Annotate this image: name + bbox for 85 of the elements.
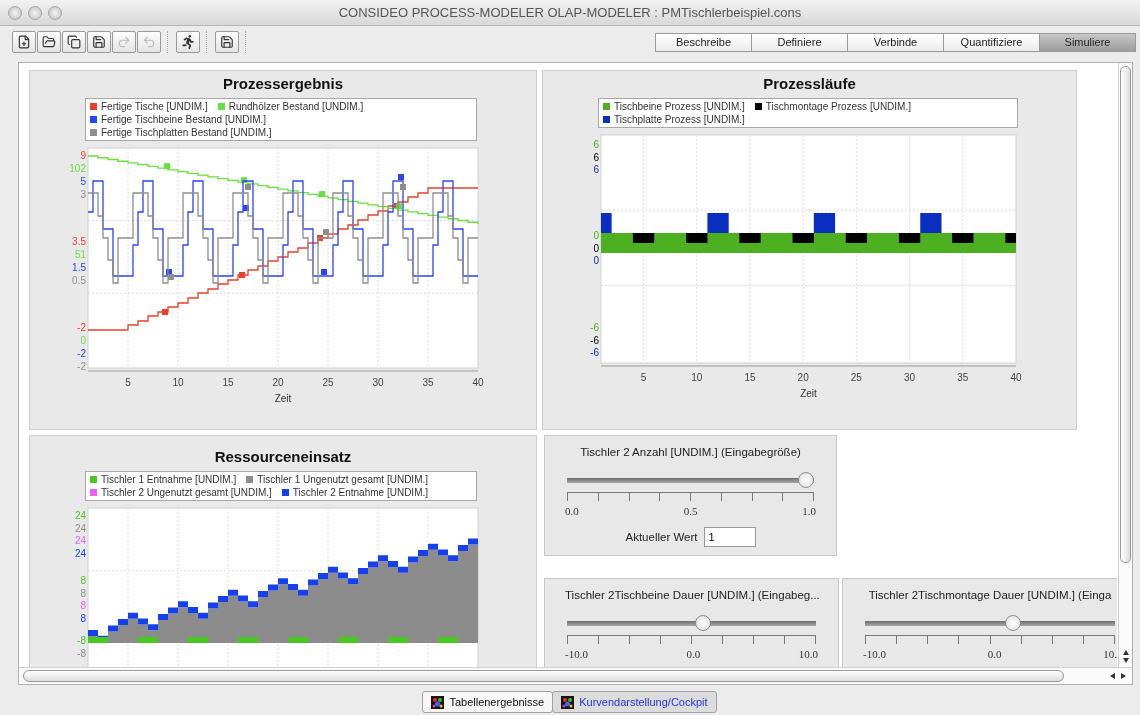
legend-label: Tischler 2 Entnahme [UNDIM.] xyxy=(292,487,429,498)
slider-title: Tischler 2 Anzahl [UNDIM.] (Eingabegröße) xyxy=(579,446,802,460)
view-tab[interactable]: Tabellenergebnisse xyxy=(422,691,554,713)
axis-tick-label: 10 xyxy=(172,377,184,388)
axis-tick-label: 30 xyxy=(904,372,916,383)
axis-tick-label: 35 xyxy=(957,372,969,383)
axis-tick-label: 15 xyxy=(744,372,756,383)
axis-tick-label: 0.5 xyxy=(72,275,86,286)
slider-tick-label: -10.0 xyxy=(565,648,588,660)
axis-tick-label: 0 xyxy=(593,242,599,254)
axis-tick-label: -8 xyxy=(77,635,86,646)
axis-tick-label: 3.5 xyxy=(72,236,86,247)
axis-tick-label: 5 xyxy=(125,377,131,388)
view-tab[interactable]: Kurvendarstellung/Cockpit xyxy=(552,691,717,713)
legend-label: Tischbeine Prozess [UNDIM.] xyxy=(614,101,745,112)
axis-tick-label: 35 xyxy=(422,377,434,388)
axis-tick-label: -8 xyxy=(77,647,86,659)
slider-tick-label: 0.0 xyxy=(987,648,1002,660)
axis-tick-label: 40 xyxy=(472,377,484,388)
axis-tick-label: 8 xyxy=(80,575,86,586)
mode-tab[interactable]: Definiere xyxy=(751,32,848,52)
chart-title: Prozessergebnis xyxy=(222,75,344,92)
mode-tab[interactable]: Quantifiziere xyxy=(943,32,1040,52)
legend-label: Tischplatte Prozess [UNDIM.] xyxy=(614,114,745,125)
axis-tick-label: 1.5 xyxy=(72,262,86,273)
axis-tick-label: 3 xyxy=(80,189,86,200)
slider-tick-label: 1.0 xyxy=(802,505,816,517)
slider-tick-label: 0.5 xyxy=(683,505,698,517)
chart-title: Prozessläufe xyxy=(763,75,856,92)
legend-label: Tischler 1 Entnahme [UNDIM.] xyxy=(101,474,237,485)
slider-title: Tischler 2Tischmontage Dauer [UNDIM.] (Einga xyxy=(867,589,1113,603)
axis-tick-label: 0 xyxy=(593,255,599,266)
legend-label: Tischmontage Prozess [UNDIM.] xyxy=(765,101,911,112)
mode-tab[interactable]: Beschreibe xyxy=(655,32,752,52)
axis-tick-label: 9 xyxy=(80,150,86,161)
axis-tick-label: 24 xyxy=(74,535,86,546)
axis-tick-label: 20 xyxy=(797,372,809,383)
axis-tick-label: -2 xyxy=(77,322,86,333)
slider-tick-label: 10.0 xyxy=(798,648,818,660)
slider-tick-label: 0.0 xyxy=(686,648,701,660)
legend-label: Fertige Tischplatten Bestand [UNDIM.] xyxy=(101,127,272,138)
axis-tick-label: -6 xyxy=(590,334,599,346)
axis-tick-label: 10 xyxy=(691,372,703,383)
axis-tick-label: 6 xyxy=(593,139,599,150)
mode-tab[interactable]: Simuliere xyxy=(1039,32,1136,52)
axis-tick-label: -2 xyxy=(77,361,86,372)
axis-tick-label: 24 xyxy=(74,547,86,559)
axis-title: Zeit xyxy=(800,388,817,398)
axis-tick-label: 25 xyxy=(850,372,862,383)
axis-tick-label: 40 xyxy=(1010,372,1022,383)
axis-tick-label: 5 xyxy=(640,372,647,383)
mode-tab[interactable]: Verbinde xyxy=(847,32,944,52)
axis-tick-label: 0 xyxy=(80,335,86,346)
slider-tick-label: -10.0 xyxy=(863,648,886,660)
value-label: Aktueller Wert xyxy=(625,531,698,543)
axis-tick-label: 8 xyxy=(80,612,86,624)
axis-tick-label: 24 xyxy=(74,510,86,521)
axis-tick-label: 102 xyxy=(70,163,86,174)
legend-label: Fertige Tischbeine Bestand [UNDIM.] xyxy=(101,114,267,125)
slider-tick-label: 10. xyxy=(1103,648,1117,660)
axis-tick-label: 0 xyxy=(593,230,599,241)
legend-label: Tischler 1 Ungenutzt gesamt [UNDIM.] xyxy=(257,474,429,485)
legend-label: Fertige Tische [UNDIM.] xyxy=(101,101,208,112)
slider-title: Tischler 2Tischbeine Dauer [UNDIM.] (Eingabeg... xyxy=(565,589,818,603)
axis-tick-label: 6 xyxy=(593,164,599,175)
axis-tick-label: 30 xyxy=(372,377,384,388)
axis-tick-label: 51 xyxy=(74,249,86,260)
axis-tick-label: -6 xyxy=(590,322,599,333)
value-field[interactable]: 1 xyxy=(703,527,756,547)
axis-tick-label: 15 xyxy=(222,377,234,388)
axis-tick-label: 6 xyxy=(593,151,599,163)
axis-tick-label: 24 xyxy=(74,522,86,534)
axis-tick-label: -6 xyxy=(590,347,599,358)
window-title: CONSIDEO PROCESS-MODELER OLAP-MODELER : PMTischlerbeispiel.cons xyxy=(337,5,803,20)
axis-tick-label: -2 xyxy=(77,348,86,359)
axis-tick-label: 8 xyxy=(80,600,86,611)
axis-tick-label: 20 xyxy=(272,377,284,388)
axis-tick-label: 8 xyxy=(80,587,86,599)
axis-tick-label: 25 xyxy=(322,377,334,388)
axis-tick-label: 5 xyxy=(80,176,86,187)
legend-label: Tischler 2 Ungenutzt gesamt [UNDIM.] xyxy=(101,487,272,498)
slider-tick-label: 0.0 xyxy=(565,505,579,517)
chart-title: Ressourceneinsatz xyxy=(214,448,352,465)
axis-title: Zeit xyxy=(274,393,292,404)
legend-label: Rundhölzer Bestand [UNDIM.] xyxy=(228,101,364,112)
